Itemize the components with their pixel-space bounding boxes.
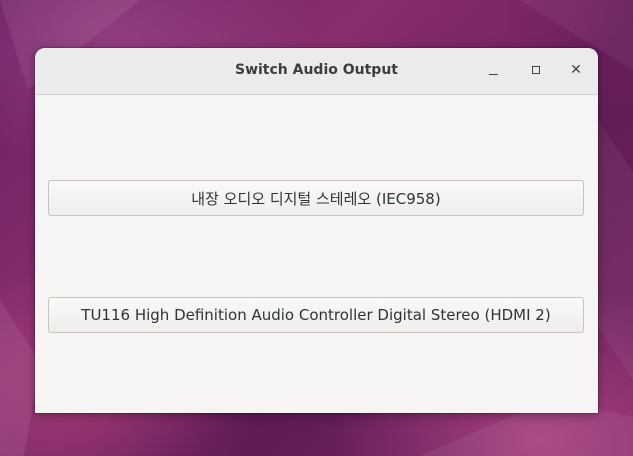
maximize-icon bbox=[532, 66, 540, 74]
switch-audio-output-window: Switch Audio Output ✕ 내장 오디오 디지털 스테레오 (I… bbox=[35, 48, 598, 413]
window-title: Switch Audio Output bbox=[234, 62, 398, 78]
audio-output-button-hdmi2[interactable]: TU116 High Definition Audio Controller D… bbox=[48, 297, 584, 333]
close-icon: ✕ bbox=[570, 62, 582, 78]
desktop-wallpaper-shard bbox=[0, 300, 40, 456]
window-titlebar[interactable]: Switch Audio Output ✕ bbox=[35, 48, 598, 95]
close-button[interactable]: ✕ bbox=[564, 58, 588, 82]
minimize-button[interactable] bbox=[481, 58, 505, 82]
window-content: 내장 오디오 디지털 스테레오 (IEC958) TU116 High Defi… bbox=[35, 95, 598, 413]
maximize-button[interactable] bbox=[524, 58, 548, 82]
desktop-wallpaper-shard bbox=[598, 120, 633, 380]
minimize-icon bbox=[488, 73, 498, 75]
audio-output-button-iec958[interactable]: 내장 오디오 디지털 스테레오 (IEC958) bbox=[48, 180, 584, 216]
